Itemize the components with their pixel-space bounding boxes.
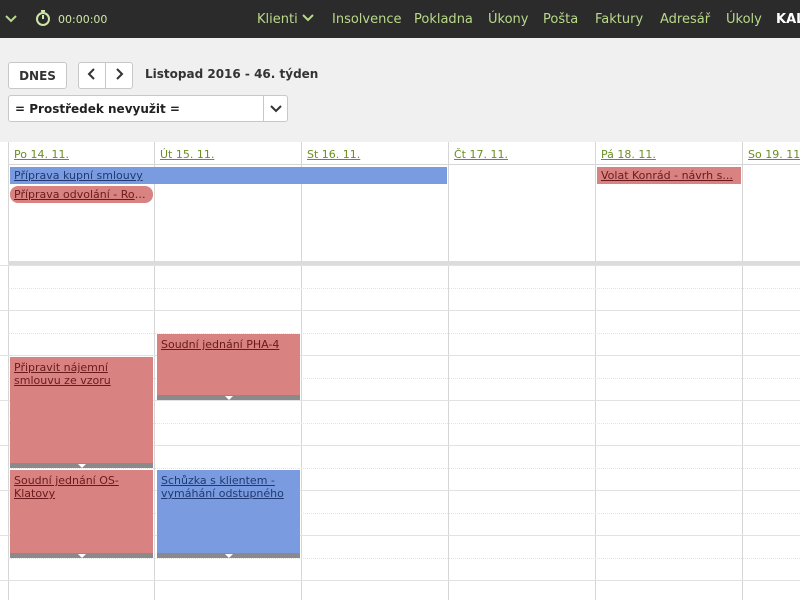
calendar-event[interactable]: Připravit nájemní smlouvu ze vzoru [10,357,153,468]
column-divider [301,142,302,600]
nav-item-label: Klienti [257,12,298,27]
hour-line [0,580,800,581]
select-value: = Prostředek nevyužit = [15,102,180,116]
previous-button[interactable] [79,63,105,88]
day-header-saturday[interactable]: So 19. 11. [748,148,800,161]
nav-item-ukony[interactable]: Úkony [488,12,528,27]
chevron-right-icon [114,68,124,83]
period-navigation [78,62,133,89]
nav-item-posta[interactable]: Pošta [543,12,578,27]
column-divider [154,142,155,600]
nav-item-faktury[interactable]: Faktury [595,12,643,27]
allday-event[interactable]: Příprava kupní smlouvy [10,167,447,184]
nav-item-adresar[interactable]: Adresář [660,12,710,27]
half-hour-line [8,558,800,559]
nav-item-pokladna[interactable]: Pokladna [414,12,473,27]
half-hour-line [8,468,800,469]
calendar-week-view: Po 14. 11. Út 15. 11. St 16. 11. Čt 17. … [0,142,800,600]
nav-item-kalendar[interactable]: KAL [776,12,800,27]
half-hour-line [8,288,800,289]
caret-down-icon [224,554,233,558]
next-button[interactable] [105,63,132,88]
calendar-event[interactable]: Schůzka s klientem - vymáhání odstupného [157,470,300,558]
nav-item-ukoly[interactable]: Úkoly [726,12,762,27]
timer[interactable]: 00:00:00 [34,9,107,30]
hour-line [0,310,800,311]
nav-item-insolvence[interactable]: Insolvence [332,12,402,27]
column-divider [448,142,449,600]
caret-down-icon [77,554,86,558]
day-header-monday[interactable]: Po 14. 11. [14,148,69,161]
day-header-wednesday[interactable]: St 16. 11. [307,148,360,161]
day-header-thursday[interactable]: Čt 17. 11. [454,148,508,161]
event-title: Připravit nájemní smlouvu ze vzoru [14,361,111,387]
chevron-down-icon [301,12,314,27]
event-title: Schůzka s klientem - vymáhání odstupného [161,474,284,500]
hour-line [0,265,800,266]
hour-line [0,355,800,356]
chevron-left-icon [87,68,97,83]
timer-value: 00:00:00 [58,13,108,26]
chevron-down-icon[interactable] [263,96,287,121]
day-header-friday[interactable]: Pá 18. 11. [601,148,656,161]
today-button[interactable]: DNES [8,62,67,89]
calendar-event[interactable]: Soudní jednání OS-Klatovy [10,470,153,558]
header-divider [8,164,800,165]
nav-item-klienti[interactable]: Klienti [257,12,314,27]
caret-down-icon [77,464,86,468]
allday-event[interactable]: Příprava odvolání - Rou... [10,186,153,203]
caret-down-icon [224,396,233,400]
period-title: Listopad 2016 - 46. týden [145,67,319,81]
event-title: Soudní jednání PHA-4 [161,338,280,351]
event-title: Soudní jednání OS-Klatovy [14,474,119,500]
half-hour-line [8,333,800,334]
calendar-event[interactable]: Soudní jednání PHA-4 [157,334,300,400]
calendar-toolbar: DNES Listopad 2016 - 46. týden = Prostře… [0,38,800,142]
top-navigation-bar: 00:00:00 Klienti Insolvence Pokladna Úko… [0,0,800,38]
resource-filter-select[interactable]: = Prostředek nevyužit = [8,95,288,122]
day-header-tuesday[interactable]: Út 15. 11. [160,148,214,161]
chevron-down-icon[interactable] [4,12,18,26]
column-divider [595,142,596,600]
stopwatch-icon[interactable] [34,9,52,30]
allday-event[interactable]: Volat Konrád - návrh s... [597,167,741,184]
column-divider [742,142,743,600]
column-divider [8,142,9,600]
